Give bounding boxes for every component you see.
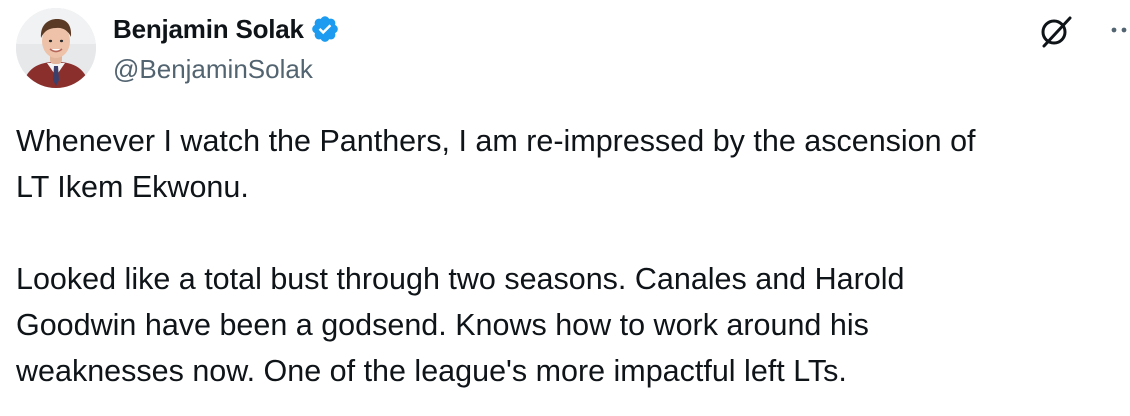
tweet-line: Goodwin have been a godsend. Knows how t… [16,308,869,342]
tweet-line: LT Ikem Ekwonu. [16,170,249,204]
avatar[interactable] [16,8,96,88]
tweet-line: weaknesses now. One of the league's more… [16,354,847,388]
avatar-image [16,8,96,88]
author-handle[interactable]: @BenjaminSolak [113,51,313,87]
author-display-name[interactable]: Benjamin Solak [113,11,304,47]
tweet-card: Benjamin Solak @BenjaminSolak Whenever I… [0,0,1130,416]
x-logo-icon[interactable] [1037,12,1075,50]
tweet-line: Whenever I watch the Panthers, I am re-i… [16,124,976,158]
verified-badge-icon[interactable] [310,14,340,44]
more-horizontal-icon[interactable] [1100,8,1130,48]
tweet-line: Looked like a total bust through two sea… [16,262,905,296]
tweet-text: Whenever I watch the Panthers, I am re-i… [16,118,1120,394]
author-name-row: Benjamin Solak [113,11,340,47]
